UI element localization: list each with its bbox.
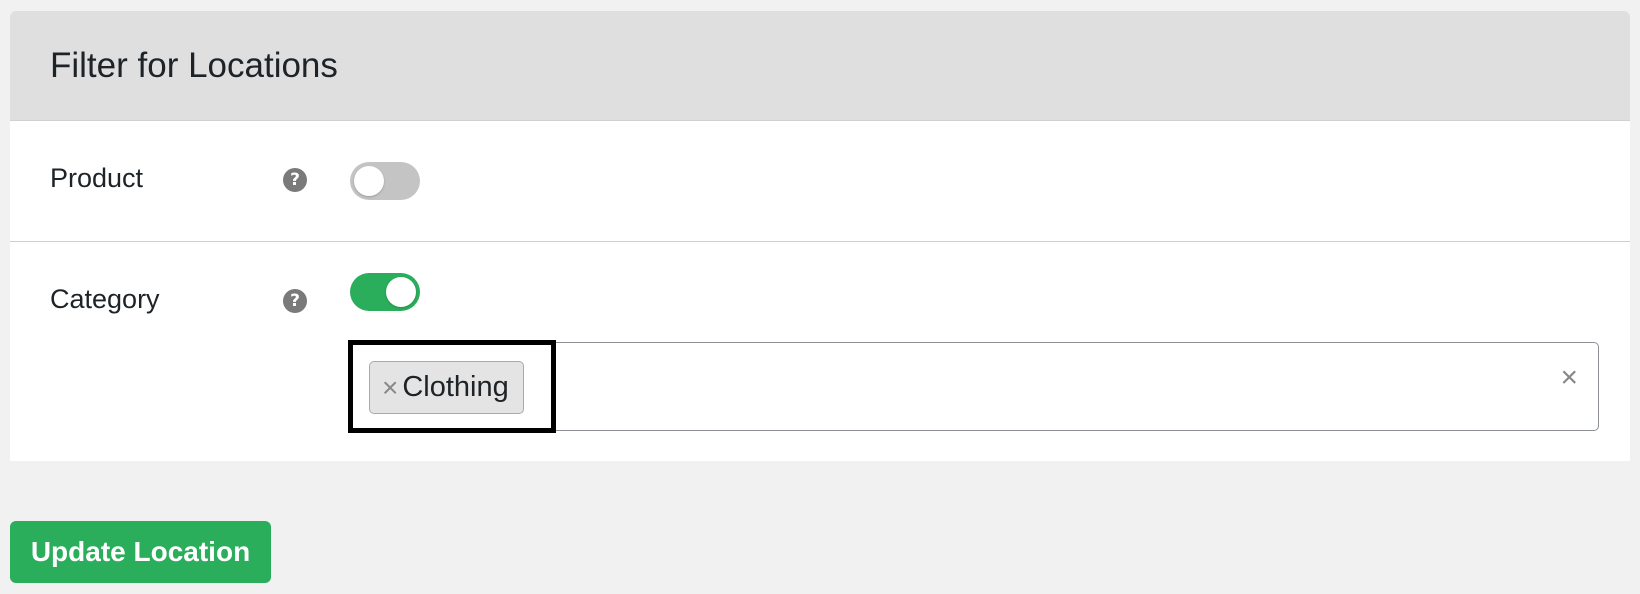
filter-panel: Filter for Locations Product ? Category … bbox=[10, 11, 1630, 461]
product-label: Product bbox=[50, 163, 144, 193]
selected-tag: × Clothing bbox=[369, 361, 524, 414]
panel-title: Filter for Locations bbox=[50, 45, 338, 85]
tag-label: Clothing bbox=[402, 371, 509, 403]
category-label: Category bbox=[50, 284, 160, 314]
category-filter-row: Category ? × Clothing × bbox=[10, 242, 1630, 461]
category-multiselect[interactable]: × Clothing × bbox=[348, 340, 1599, 433]
product-toggle[interactable] bbox=[350, 162, 420, 200]
category-toggle[interactable] bbox=[350, 273, 420, 311]
help-question-icon[interactable]: ? bbox=[283, 168, 307, 192]
update-location-button[interactable]: Update Location bbox=[10, 521, 271, 583]
tag-remove-close-icon[interactable]: × bbox=[382, 373, 398, 402]
clear-selection-close-icon[interactable]: × bbox=[1560, 363, 1578, 393]
panel-header: Filter for Locations bbox=[10, 11, 1630, 121]
toggle-knob bbox=[386, 277, 416, 307]
help-question-icon[interactable]: ? bbox=[283, 289, 307, 313]
product-filter-row: Product ? bbox=[10, 121, 1630, 242]
toggle-knob bbox=[354, 166, 384, 196]
